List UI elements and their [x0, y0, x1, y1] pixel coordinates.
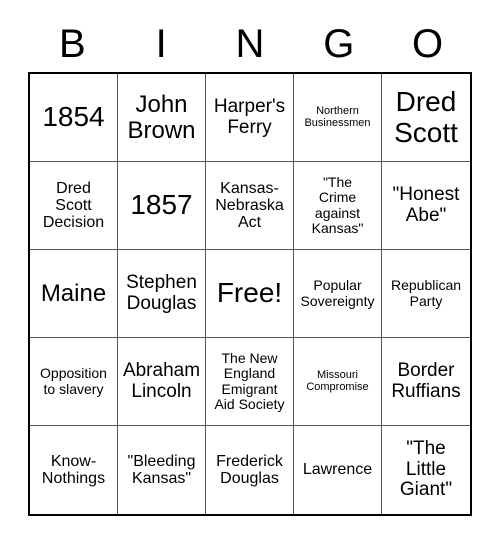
bingo-cell-label: Dred Scott Decision	[42, 179, 105, 232]
bingo-cell[interactable]: Kansas- Nebraska Act	[206, 162, 294, 250]
bingo-cell-label: Opposition to slavery	[40, 365, 107, 397]
bingo-cell[interactable]: Missouri Compromise	[294, 338, 382, 426]
bingo-cell[interactable]: Lawrence	[294, 426, 382, 514]
bingo-cell[interactable]: Border Ruffians	[382, 338, 470, 426]
bingo-cell-label: "The Crime against Kansas"	[311, 174, 364, 236]
bingo-cell[interactable]: Dred Scott Decision	[30, 162, 118, 250]
bingo-cell[interactable]: Know- Nothings	[30, 426, 118, 514]
bingo-cell-label: Frederick Douglas	[216, 452, 283, 487]
bingo-cell-label: "Honest Abe"	[392, 183, 460, 226]
bingo-header-letter-o: O	[412, 22, 444, 66]
bingo-cell-label: Lawrence	[302, 461, 373, 479]
bingo-cell-label: Abraham Lincoln	[122, 359, 201, 402]
bingo-cell[interactable]: 1857	[118, 162, 206, 250]
bingo-cell-label: "The Little Giant"	[399, 438, 453, 501]
bingo-header-letter-i: I	[155, 22, 167, 66]
bingo-header-letter-b: B	[59, 22, 86, 66]
bingo-cell-label: 1854	[42, 101, 105, 133]
bingo-cell[interactable]: Abraham Lincoln	[118, 338, 206, 426]
bingo-cell[interactable]: The New England Emigrant Aid Society	[206, 338, 294, 426]
bingo-cell-label: Dred Scott	[394, 86, 458, 148]
bingo-cell-label: John Brown	[127, 90, 196, 144]
bingo-grid: 1854 John Brown Harper's Ferry Northern …	[28, 72, 472, 516]
bingo-cell-label: Missouri Compromise	[306, 368, 369, 393]
bingo-cell[interactable]: Maine	[30, 250, 118, 338]
bingo-card: B I N G O 1854 John Brown Harper's Ferry…	[0, 0, 500, 544]
bingo-header-letter-n: N	[235, 22, 265, 66]
bingo-cell[interactable]: John Brown	[118, 74, 206, 162]
bingo-cell[interactable]: "The Crime against Kansas"	[294, 162, 382, 250]
bingo-cell[interactable]: "Bleeding Kansas"	[118, 426, 206, 514]
bingo-cell[interactable]: Frederick Douglas	[206, 426, 294, 514]
bingo-cell[interactable]: Harper's Ferry	[206, 74, 294, 162]
bingo-cell-label: Harper's Ferry	[213, 95, 286, 138]
bingo-cell-label: Kansas- Nebraska Act	[215, 179, 284, 232]
bingo-cell-label: "Bleeding Kansas"	[127, 452, 196, 487]
bingo-cell[interactable]: Opposition to slavery	[30, 338, 118, 426]
bingo-cell[interactable]: 1854	[30, 74, 118, 162]
bingo-cell-label: Free!	[216, 277, 283, 309]
bingo-cell[interactable]: "Honest Abe"	[382, 162, 470, 250]
bingo-cell[interactable]: Popular Sovereignty	[294, 250, 382, 338]
bingo-header-row: B I N G O	[28, 16, 472, 72]
bingo-cell-label: Republican Party	[390, 277, 462, 309]
bingo-cell-label: The New England Emigrant Aid Society	[214, 350, 285, 412]
bingo-cell-label: Maine	[40, 279, 107, 307]
bingo-cell-free[interactable]: Free!	[206, 250, 294, 338]
bingo-cell-label: Know- Nothings	[41, 452, 106, 487]
bingo-header-letter-g: G	[323, 22, 355, 66]
bingo-cell-label: Popular Sovereignty	[300, 277, 375, 309]
bingo-cell[interactable]: Dred Scott	[382, 74, 470, 162]
bingo-cell[interactable]: Republican Party	[382, 250, 470, 338]
bingo-cell-label: Border Ruffians	[391, 359, 461, 402]
bingo-cell-label: Northern Businessmen	[304, 104, 371, 129]
bingo-cell[interactable]: "The Little Giant"	[382, 426, 470, 514]
bingo-cell[interactable]: Northern Businessmen	[294, 74, 382, 162]
bingo-cell-label: Stephen Douglas	[126, 271, 197, 314]
bingo-cell-label: 1857	[130, 189, 193, 221]
bingo-cell[interactable]: Stephen Douglas	[118, 250, 206, 338]
